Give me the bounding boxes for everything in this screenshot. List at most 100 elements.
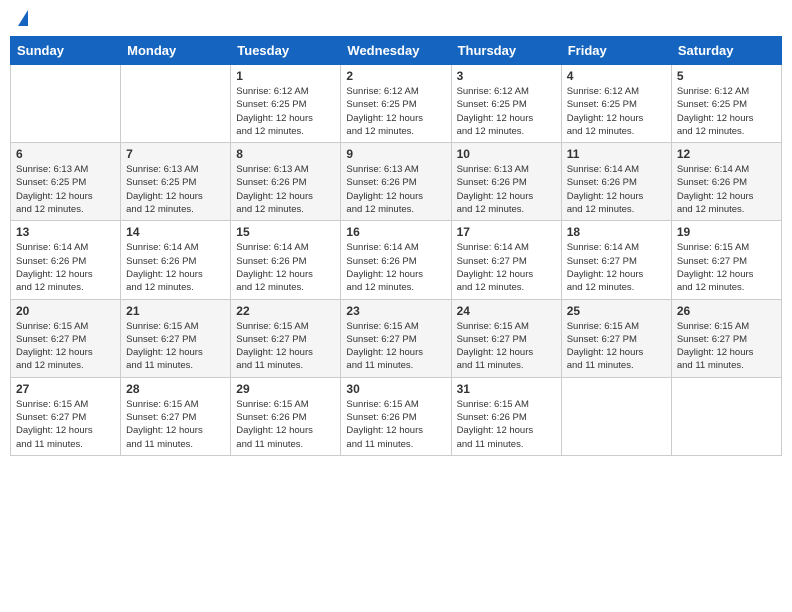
weekday-header: Saturday — [671, 37, 781, 65]
calendar-cell: 3Sunrise: 6:12 AM Sunset: 6:25 PM Daylig… — [451, 65, 561, 143]
weekday-header: Wednesday — [341, 37, 451, 65]
day-info: Sunrise: 6:12 AM Sunset: 6:25 PM Dayligh… — [567, 85, 666, 138]
logo-triangle-icon — [18, 10, 28, 26]
day-info: Sunrise: 6:12 AM Sunset: 6:25 PM Dayligh… — [236, 85, 335, 138]
day-number: 4 — [567, 69, 666, 83]
day-number: 8 — [236, 147, 335, 161]
page-header — [10, 10, 782, 30]
weekday-header: Sunday — [11, 37, 121, 65]
calendar-cell: 15Sunrise: 6:14 AM Sunset: 6:26 PM Dayli… — [231, 221, 341, 299]
day-number: 9 — [346, 147, 445, 161]
day-info: Sunrise: 6:12 AM Sunset: 6:25 PM Dayligh… — [457, 85, 556, 138]
calendar-header-row: SundayMondayTuesdayWednesdayThursdayFrid… — [11, 37, 782, 65]
day-info: Sunrise: 6:15 AM Sunset: 6:27 PM Dayligh… — [126, 398, 225, 451]
calendar-week-row: 1 Sunrise: 6:12 AM Sunset: 6:25 PM Daylig… — [11, 65, 782, 143]
day-info: Sunrise: 6:13 AM Sunset: 6:26 PM Dayligh… — [236, 163, 335, 216]
calendar-cell: 24 Sunrise: 6:15 AM Sunset: 6:27 PM Dayli… — [451, 299, 561, 377]
weekday-header: Thursday — [451, 37, 561, 65]
day-info: Sunrise: 6:14 AM Sunset: 6:27 PM Dayligh… — [457, 241, 556, 294]
day-info: Sunrise: 6:15 AM Sunset: 6:27 PM Dayligh… — [16, 320, 115, 373]
day-number: 26 — [677, 304, 776, 318]
calendar-cell: 30Sunrise: 6:15 AM Sunset: 6:26 PM Dayli… — [341, 377, 451, 455]
calendar-week-row: 6 Sunrise: 6:13 AM Sunset: 6:25 PM Daylig… — [11, 143, 782, 221]
day-number: 7 — [126, 147, 225, 161]
day-info: Sunrise: 6:15 AM Sunset: 6:27 PM Dayligh… — [457, 320, 556, 373]
calendar-cell: 17 Sunrise: 6:14 AM Sunset: 6:27 PM Dayli… — [451, 221, 561, 299]
calendar-cell: 14 Sunrise: 6:14 AM Sunset: 6:26 PM Dayli… — [121, 221, 231, 299]
day-number: 17 — [457, 225, 556, 239]
day-info: Sunrise: 6:15 AM Sunset: 6:27 PM Dayligh… — [16, 398, 115, 451]
day-info: Sunrise: 6:15 AM Sunset: 6:26 PM Dayligh… — [457, 398, 556, 451]
day-number: 1 — [236, 69, 335, 83]
calendar-cell: 11 Sunrise: 6:14 AM Sunset: 6:26 PM Dayli… — [561, 143, 671, 221]
calendar-cell: 2 Sunrise: 6:12 AM Sunset: 6:25 PM Daylig… — [341, 65, 451, 143]
calendar-cell — [671, 377, 781, 455]
day-info: Sunrise: 6:12 AM Sunset: 6:25 PM Dayligh… — [346, 85, 445, 138]
day-number: 11 — [567, 147, 666, 161]
calendar-cell: 13Sunrise: 6:14 AM Sunset: 6:26 PM Dayli… — [11, 221, 121, 299]
day-number: 12 — [677, 147, 776, 161]
calendar-cell: 18 Sunrise: 6:14 AM Sunset: 6:27 PM Dayli… — [561, 221, 671, 299]
day-info: Sunrise: 6:12 AM Sunset: 6:25 PM Dayligh… — [677, 85, 776, 138]
day-info: Sunrise: 6:15 AM Sunset: 6:27 PM Dayligh… — [346, 320, 445, 373]
calendar-cell: 16 Sunrise: 6:14 AM Sunset: 6:26 PM Dayli… — [341, 221, 451, 299]
day-info: Sunrise: 6:15 AM Sunset: 6:27 PM Dayligh… — [126, 320, 225, 373]
day-number: 14 — [126, 225, 225, 239]
day-number: 24 — [457, 304, 556, 318]
calendar-cell: 25Sunrise: 6:15 AM Sunset: 6:27 PM Dayli… — [561, 299, 671, 377]
calendar-cell: 5 Sunrise: 6:12 AM Sunset: 6:25 PM Daylig… — [671, 65, 781, 143]
day-number: 22 — [236, 304, 335, 318]
calendar-cell: 28Sunrise: 6:15 AM Sunset: 6:27 PM Dayli… — [121, 377, 231, 455]
calendar-cell — [121, 65, 231, 143]
day-info: Sunrise: 6:14 AM Sunset: 6:26 PM Dayligh… — [236, 241, 335, 294]
calendar-cell: 10Sunrise: 6:13 AM Sunset: 6:26 PM Dayli… — [451, 143, 561, 221]
calendar-cell: 1 Sunrise: 6:12 AM Sunset: 6:25 PM Daylig… — [231, 65, 341, 143]
calendar-cell: 6 Sunrise: 6:13 AM Sunset: 6:25 PM Daylig… — [11, 143, 121, 221]
calendar-cell: 27 Sunrise: 6:15 AM Sunset: 6:27 PM Dayli… — [11, 377, 121, 455]
day-number: 10 — [457, 147, 556, 161]
calendar-cell: 4 Sunrise: 6:12 AM Sunset: 6:25 PM Daylig… — [561, 65, 671, 143]
weekday-header: Monday — [121, 37, 231, 65]
calendar-week-row: 27 Sunrise: 6:15 AM Sunset: 6:27 PM Dayli… — [11, 377, 782, 455]
calendar-week-row: 20Sunrise: 6:15 AM Sunset: 6:27 PM Dayli… — [11, 299, 782, 377]
day-number: 21 — [126, 304, 225, 318]
calendar-cell — [11, 65, 121, 143]
day-number: 27 — [16, 382, 115, 396]
calendar-table: SundayMondayTuesdayWednesdayThursdayFrid… — [10, 36, 782, 456]
day-number: 30 — [346, 382, 445, 396]
calendar-cell: 29Sunrise: 6:15 AM Sunset: 6:26 PM Dayli… — [231, 377, 341, 455]
calendar-cell: 22 Sunrise: 6:15 AM Sunset: 6:27 PM Dayli… — [231, 299, 341, 377]
calendar-cell: 21 Sunrise: 6:15 AM Sunset: 6:27 PM Dayli… — [121, 299, 231, 377]
day-info: Sunrise: 6:14 AM Sunset: 6:26 PM Dayligh… — [677, 163, 776, 216]
weekday-header: Tuesday — [231, 37, 341, 65]
day-number: 6 — [16, 147, 115, 161]
day-number: 29 — [236, 382, 335, 396]
calendar-cell: 20Sunrise: 6:15 AM Sunset: 6:27 PM Dayli… — [11, 299, 121, 377]
day-number: 5 — [677, 69, 776, 83]
day-info: Sunrise: 6:14 AM Sunset: 6:26 PM Dayligh… — [126, 241, 225, 294]
calendar-week-row: 13 Sunrise: 6:14 AM Sunset: 6:26 PM Dayli… — [11, 221, 782, 299]
calendar-cell: 8 Sunrise: 6:13 AM Sunset: 6:26 PM Daylig… — [231, 143, 341, 221]
day-info: Sunrise: 6:13 AM Sunset: 6:26 PM Dayligh… — [346, 163, 445, 216]
day-info: Sunrise: 6:15 AM Sunset: 6:27 PM Dayligh… — [236, 320, 335, 373]
day-number: 18 — [567, 225, 666, 239]
calendar-cell: 7 Sunrise: 6:13 AM Sunset: 6:25 PM Daylig… — [121, 143, 231, 221]
day-info: Sunrise: 6:15 AM Sunset: 6:27 PM Dayligh… — [677, 241, 776, 294]
day-number: 23 — [346, 304, 445, 318]
day-info: Sunrise: 6:13 AM Sunset: 6:25 PM Dayligh… — [126, 163, 225, 216]
calendar-cell — [561, 377, 671, 455]
calendar-cell: 9 Sunrise: 6:13 AM Sunset: 6:26 PM Daylig… — [341, 143, 451, 221]
day-info: Sunrise: 6:15 AM Sunset: 6:27 PM Dayligh… — [567, 320, 666, 373]
calendar-cell: 12 Sunrise: 6:14 AM Sunset: 6:26 PM Dayli… — [671, 143, 781, 221]
day-number: 19 — [677, 225, 776, 239]
day-number: 31 — [457, 382, 556, 396]
weekday-header: Friday — [561, 37, 671, 65]
day-number: 13 — [16, 225, 115, 239]
day-number: 2 — [346, 69, 445, 83]
day-info: Sunrise: 6:14 AM Sunset: 6:27 PM Dayligh… — [567, 241, 666, 294]
day-info: Sunrise: 6:14 AM Sunset: 6:26 PM Dayligh… — [567, 163, 666, 216]
day-info: Sunrise: 6:13 AM Sunset: 6:25 PM Dayligh… — [16, 163, 115, 216]
day-number: 16 — [346, 225, 445, 239]
day-info: Sunrise: 6:14 AM Sunset: 6:26 PM Dayligh… — [346, 241, 445, 294]
logo — [16, 14, 28, 26]
